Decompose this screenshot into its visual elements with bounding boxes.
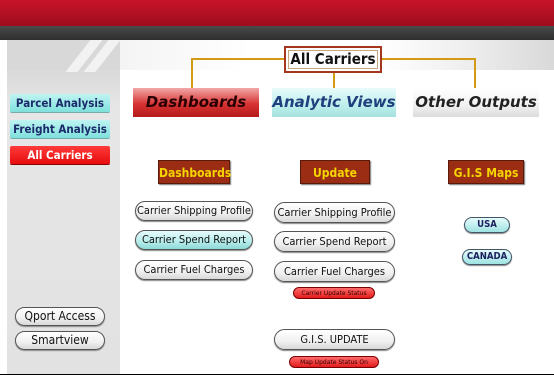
analytic-views-column-header[interactable]: Analytic Views — [272, 88, 396, 117]
gis-update-button[interactable]: G.I.S. UPDATE — [274, 329, 395, 350]
connector-line — [191, 58, 193, 88]
other-outputs-column-header[interactable]: Other Outputs — [413, 88, 539, 117]
update-carrier-shipping-profile-button[interactable]: Carrier Shipping Profile — [274, 202, 395, 223]
dashboards-column-header[interactable]: Dashboards — [133, 88, 259, 117]
sidebar-item-parcel-analysis[interactable]: Parcel Analysis — [10, 94, 110, 112]
page-title: All Carriers — [284, 46, 382, 73]
dashboard-carrier-fuel-charges-button[interactable]: Carrier Fuel Charges — [135, 260, 253, 280]
map-update-status-button[interactable]: Map Update Status On — [289, 356, 379, 368]
connector-line — [382, 58, 475, 60]
dashboard-carrier-spend-report-button[interactable]: Carrier Spend Report — [135, 230, 253, 250]
gis-maps-section-label: G.I.S Maps — [448, 160, 524, 184]
sidebar-item-freight-analysis[interactable]: Freight Analysis — [10, 120, 110, 138]
page: Parcel Analysis Freight Analysis All Car… — [0, 0, 554, 375]
update-section-label: Update — [300, 160, 370, 184]
gis-canada-button[interactable]: CANADA — [462, 249, 512, 265]
top-banner — [0, 0, 554, 26]
connector-line — [474, 58, 476, 88]
connector-line — [333, 73, 335, 88]
connector-line — [191, 58, 284, 60]
dashboards-section-label: Dashboards — [158, 160, 231, 184]
top-subbar — [0, 26, 554, 40]
update-carrier-spend-report-button[interactable]: Carrier Spend Report — [274, 231, 395, 252]
dashboard-carrier-shipping-profile-button[interactable]: Carrier Shipping Profile — [135, 201, 253, 221]
carrier-update-status-button[interactable]: Carrier Update Status — [293, 287, 375, 299]
page-title-text: All Carriers — [290, 50, 376, 68]
smartview-button[interactable]: Smartview — [15, 331, 105, 350]
sidebar-item-all-carriers[interactable]: All Carriers — [10, 146, 110, 164]
qport-access-button[interactable]: Qport Access — [15, 307, 105, 326]
gis-usa-button[interactable]: USA — [464, 217, 510, 233]
update-carrier-fuel-charges-button[interactable]: Carrier Fuel Charges — [274, 261, 395, 282]
